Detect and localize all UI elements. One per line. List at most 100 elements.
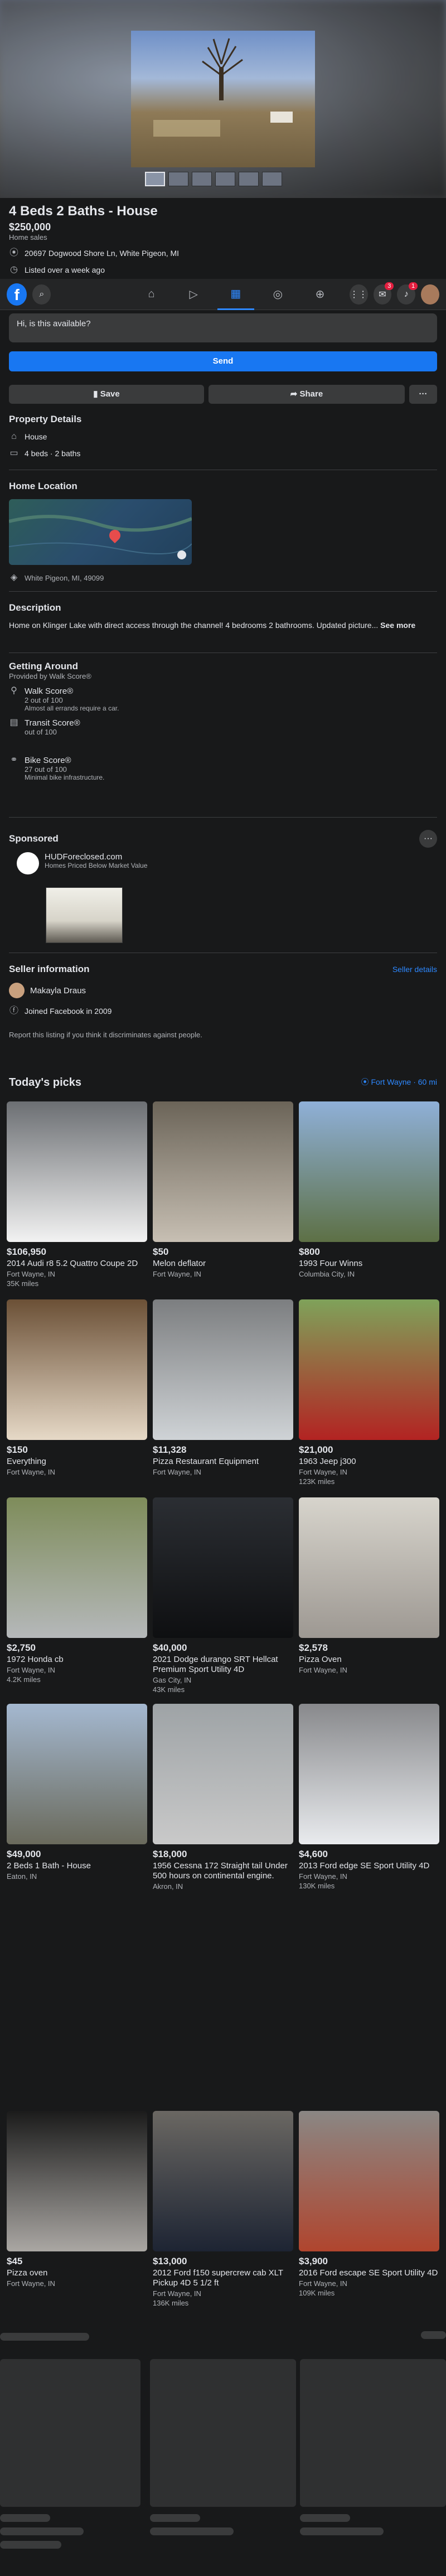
clock-icon: ◷ <box>10 265 18 274</box>
product-card[interactable]: $18,000 1956 Cessna 172 Straight tail Und… <box>153 1704 293 1892</box>
thumbnail[interactable] <box>168 172 188 186</box>
product-title: 2013 Ford edge SE Sport Utility 4D <box>299 1861 430 1871</box>
product-card[interactable]: $21,000 1963 Jeep j300 Fort Wayne, IN 123K … <box>299 1299 439 1486</box>
location-map[interactable] <box>9 499 192 565</box>
share-button[interactable]: ➦ Share <box>209 385 405 404</box>
seller-row[interactable]: Makayla Draus <box>9 983 437 998</box>
notifications-badge: 1 <box>409 282 418 290</box>
seller-name[interactable]: Makayla Draus <box>30 986 86 995</box>
product-image[interactable] <box>299 1497 439 1638</box>
product-image[interactable] <box>7 1497 147 1638</box>
product-location: Fort Wayne, IN <box>299 2279 347 2288</box>
product-price: $3,900 <box>299 2256 328 2266</box>
product-title: 2 Beds 1 Bath - House <box>7 1861 91 1871</box>
product-card[interactable]: $2,578 Pizza Oven Fort Wayne, IN <box>299 1497 439 1675</box>
product-image[interactable] <box>7 2111 147 2251</box>
seller-details-link[interactable]: Seller details <box>392 965 437 974</box>
thumbnail[interactable] <box>192 172 212 186</box>
distant-building <box>270 112 293 123</box>
location-pin-icon: ⦿ <box>9 248 18 258</box>
thumbnail[interactable] <box>145 172 165 186</box>
listing-photo-viewer[interactable] <box>0 0 446 198</box>
thumbnail[interactable] <box>239 172 259 186</box>
nav-tab-marketplace[interactable]: ▦ <box>217 279 254 310</box>
save-button[interactable]: ▮ Save <box>9 385 204 404</box>
location-caption: ◈ White Pigeon, MI, 49099 <box>0 573 446 583</box>
info-icon[interactable] <box>177 550 186 559</box>
listing-main-photo[interactable] <box>131 31 315 167</box>
search-button[interactable]: ⌕ <box>32 284 51 305</box>
message-input[interactable]: Hi, is this available? <box>9 313 437 342</box>
send-button[interactable]: Send <box>9 351 437 371</box>
picks-location-link[interactable]: ⦿ Fort Wayne · 60 mi <box>361 1076 437 1089</box>
product-card[interactable]: $800 1993 Four Winns Columbia City, IN <box>299 1101 439 1279</box>
product-image[interactable] <box>7 1101 147 1242</box>
product-image[interactable] <box>299 1704 439 1844</box>
product-card[interactable]: $13,000 2012 Ford f150 supercrew cab XLT … <box>153 2111 293 2307</box>
sponsored-section: Sponsored ··· HUDForeclosed.com Homes Pr… <box>0 830 446 874</box>
product-extra: 4.2K miles <box>7 1675 41 1684</box>
product-card[interactable]: $45 Pizza oven Fort Wayne, IN <box>7 2111 147 2289</box>
loading-card <box>0 2359 140 2507</box>
menu-button[interactable]: ⋮⋮ <box>349 284 368 305</box>
product-image[interactable] <box>153 1101 293 1242</box>
product-card[interactable]: $150 Everything Fort Wayne, IN <box>7 1299 147 1477</box>
product-extra: 35K miles <box>7 1279 39 1288</box>
product-card[interactable]: $11,328 Pizza Restaurant Equipment Fort Wa… <box>153 1299 293 1477</box>
product-image[interactable] <box>299 2111 439 2251</box>
transit-icon: ▤ <box>9 718 18 727</box>
product-image[interactable] <box>299 1299 439 1440</box>
location-row: ◈ White Pigeon, MI, 49099 <box>9 573 437 583</box>
product-image[interactable] <box>153 1704 293 1844</box>
product-location: Fort Wayne, IN <box>299 1666 347 1674</box>
product-location: Fort Wayne, IN <box>299 1872 347 1881</box>
product-extra: 123K miles <box>299 1477 335 1486</box>
ad-row[interactable]: HUDForeclosed.com Homes Priced Below Mar… <box>9 852 437 874</box>
product-title: Everything <box>7 1457 46 1466</box>
see-more-link[interactable]: See more <box>380 621 415 630</box>
thumbnail[interactable] <box>262 172 282 186</box>
product-card[interactable]: $49,000 2 Beds 1 Bath - House Eaton, IN <box>7 1704 147 1882</box>
report-link[interactable]: Report this listing if you think it disc… <box>9 1031 437 1039</box>
product-title: 2016 Ford escape SE Sport Utility 4D <box>299 2268 438 2278</box>
nav-tab-gaming[interactable]: ⊕ <box>302 279 338 310</box>
sponsored-more-button[interactable]: ··· <box>419 830 437 848</box>
messenger-button[interactable]: ✉ 3 <box>373 282 394 305</box>
home-location: Home Location <box>0 481 446 492</box>
ad-tagline: Homes Priced Below Market Value <box>45 862 148 869</box>
product-location: Eaton, IN <box>7 1872 37 1881</box>
product-image[interactable] <box>7 1704 147 1844</box>
nav-tab-home[interactable]: ⌂ <box>133 279 170 310</box>
product-card[interactable]: $2,750 1972 Honda cb Fort Wayne, IN 4.2K mi… <box>7 1497 147 1684</box>
product-price: $800 <box>299 1246 320 1257</box>
product-price: $13,000 <box>153 2256 187 2266</box>
product-image[interactable] <box>299 1101 439 1242</box>
product-image[interactable] <box>153 1497 293 1638</box>
description-body: Home on Klinger Lake with direct access … <box>9 620 437 630</box>
profile-avatar[interactable] <box>421 284 439 305</box>
ad-image[interactable] <box>46 887 123 943</box>
seller-avatar[interactable] <box>9 983 25 998</box>
product-card[interactable]: $40,000 2021 Dodge durango SRT Hellcat Pr… <box>153 1497 293 1694</box>
nav-tab-video[interactable]: ▷ <box>175 279 212 310</box>
facebook-logo[interactable]: f <box>7 283 27 306</box>
getting-around: Getting Around Provided by Walk Score® ⚲… <box>0 661 446 781</box>
product-image[interactable] <box>153 1299 293 1440</box>
product-image[interactable] <box>153 2111 293 2251</box>
product-card[interactable]: $50 Melon deflator Fort Wayne, IN <box>153 1101 293 1279</box>
listing-category: Home sales <box>9 233 47 241</box>
todays-picks-header: Today's picks ⦿ Fort Wayne · 60 mi <box>9 1076 437 1089</box>
getting-around-heading: Getting Around <box>9 661 79 671</box>
product-card[interactable]: $3,900 2016 Ford escape SE Sport Utility … <box>299 2111 439 2297</box>
product-image[interactable] <box>7 1299 147 1440</box>
loading-line <box>0 2527 84 2535</box>
product-location: Columbia City, IN <box>299 1270 355 1278</box>
nav-tab-groups[interactable]: ◎ <box>260 279 297 310</box>
thumbnail[interactable] <box>215 172 235 186</box>
product-card[interactable]: $4,600 2013 Ford edge SE Sport Utility 4D… <box>299 1704 439 1890</box>
more-options-button[interactable]: ··· <box>409 385 437 404</box>
ad-name: HUDForeclosed.com <box>45 852 123 862</box>
loading-line <box>300 2514 350 2522</box>
product-card[interactable]: $106,950 2014 Audi r8 5.2 Quattro Coupe 2… <box>7 1101 147 1288</box>
notifications-button[interactable]: ♪ 1 <box>397 282 418 305</box>
